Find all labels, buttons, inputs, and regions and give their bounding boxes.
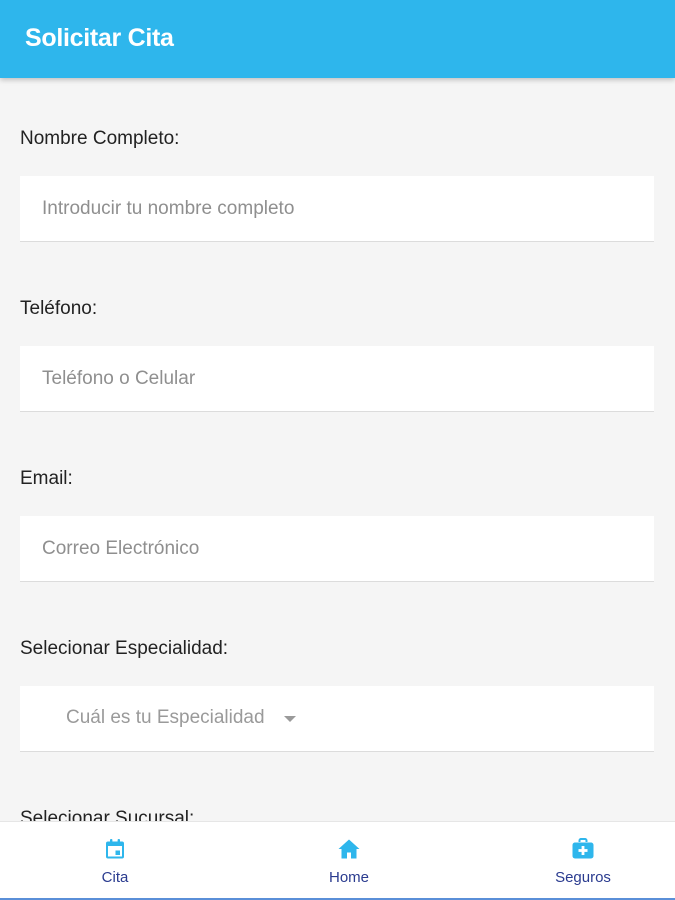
email-input[interactable] bbox=[20, 516, 654, 581]
bottom-tab-bar: Cita Home Seguros bbox=[0, 821, 675, 900]
specialty-select[interactable]: Cuál es tu Especialidad bbox=[20, 686, 654, 752]
page-title: Solicitar Cita bbox=[25, 24, 174, 52]
tab-seguros[interactable]: Seguros bbox=[523, 822, 643, 899]
phone-input[interactable] bbox=[20, 346, 654, 411]
tab-cita-label: Cita bbox=[101, 869, 129, 886]
full-name-label: Nombre Completo: bbox=[20, 128, 180, 149]
branch-label: Selecionar Sucursal: bbox=[20, 808, 195, 821]
email-label: Email: bbox=[20, 468, 73, 489]
tab-cita[interactable]: Cita bbox=[55, 822, 175, 899]
phone-field-container bbox=[20, 346, 654, 412]
medical-kit-icon bbox=[572, 838, 594, 859]
home-icon bbox=[338, 839, 360, 859]
tab-seguros-label: Seguros bbox=[555, 869, 611, 886]
email-field-container bbox=[20, 516, 654, 582]
specialty-select-placeholder: Cuál es tu Especialidad bbox=[66, 707, 265, 728]
full-name-input[interactable] bbox=[20, 176, 654, 241]
full-name-field-container bbox=[20, 176, 654, 242]
specialty-label: Selecionar Especialidad: bbox=[20, 638, 229, 659]
caret-down-icon bbox=[284, 716, 296, 722]
app-bar: Solicitar Cita bbox=[0, 0, 675, 78]
tab-home-label: Home bbox=[328, 869, 369, 886]
tab-home[interactable]: Home bbox=[289, 822, 409, 899]
phone-label: Teléfono: bbox=[20, 298, 98, 319]
appointment-form: Nombre Completo: Teléfono: Email: Seleci… bbox=[0, 78, 675, 821]
calendar-icon bbox=[106, 839, 124, 859]
